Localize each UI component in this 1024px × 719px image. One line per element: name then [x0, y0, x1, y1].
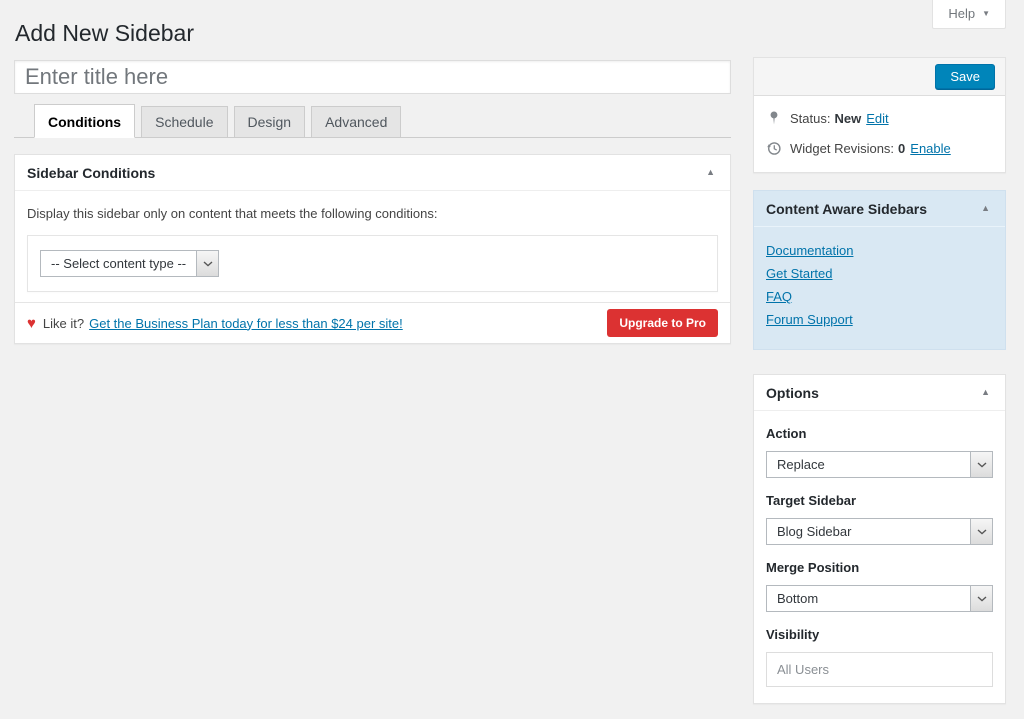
help-label: Help: [948, 6, 975, 21]
widget-revisions-row: Widget Revisions: 0 Enable: [766, 140, 993, 156]
support-metabox: Content Aware Sidebars ▲ Documentation G…: [753, 190, 1006, 350]
support-metabox-title: Content Aware Sidebars: [766, 201, 927, 217]
target-sidebar-select[interactable]: Blog Sidebar: [766, 518, 993, 545]
options-metabox-title: Options: [766, 385, 819, 401]
merge-position-select[interactable]: Bottom: [766, 585, 993, 612]
merge-position-label: Merge Position: [766, 560, 993, 575]
content-type-select-value: -- Select content type --: [41, 251, 196, 276]
merge-position-select-value: Bottom: [767, 586, 970, 611]
condition-group-box: -- Select content type --: [27, 235, 718, 292]
support-metabox-header: Content Aware Sidebars ▲: [754, 191, 1005, 227]
get-started-link[interactable]: Get Started: [766, 266, 993, 281]
collapse-toggle-icon[interactable]: ▲: [703, 165, 718, 180]
content-type-select[interactable]: -- Select content type --: [40, 250, 219, 277]
side-column: Save Status: New Edit Widget Revisions: …: [753, 57, 1006, 704]
heart-icon: ♥: [27, 316, 36, 331]
collapse-toggle-icon[interactable]: ▲: [978, 385, 993, 400]
status-label: Status:: [790, 111, 830, 126]
like-it-text: Like it?: [43, 316, 84, 331]
target-sidebar-select-value: Blog Sidebar: [767, 519, 970, 544]
options-metabox-header: Options ▲: [754, 375, 1005, 411]
chevron-down-icon: ▼: [982, 9, 990, 18]
visibility-label: Visibility: [766, 627, 993, 642]
upgrade-to-pro-button[interactable]: Upgrade to Pro: [607, 309, 718, 337]
conditions-description: Display this sidebar only on content tha…: [27, 206, 718, 221]
collapse-toggle-icon[interactable]: ▲: [978, 201, 993, 216]
chevron-down-icon: [970, 452, 992, 477]
sidebar-conditions-body: Display this sidebar only on content tha…: [15, 191, 730, 302]
options-metabox-body: Action Replace Target Sidebar Blog Sideb…: [754, 426, 1005, 703]
action-select[interactable]: Replace: [766, 451, 993, 478]
sidebar-conditions-title: Sidebar Conditions: [27, 165, 155, 181]
conditions-footer: ♥ Like it? Get the Business Plan today f…: [15, 302, 730, 343]
save-button[interactable]: Save: [935, 64, 995, 89]
status-row: Status: New Edit: [766, 110, 993, 126]
tab-bar: Conditions Schedule Design Advanced: [14, 101, 731, 138]
edit-status-link[interactable]: Edit: [866, 111, 888, 126]
widget-revisions-value: 0: [898, 141, 905, 156]
visibility-input[interactable]: All Users: [766, 652, 993, 687]
page-title: Add New Sidebar: [15, 19, 194, 49]
tab-conditions[interactable]: Conditions: [34, 104, 135, 138]
sidebar-conditions-header: Sidebar Conditions ▲: [15, 155, 730, 191]
save-metabox: Save Status: New Edit Widget Revisions: …: [753, 57, 1006, 173]
status-value: New: [834, 111, 861, 126]
action-label: Action: [766, 426, 993, 441]
target-sidebar-label: Target Sidebar: [766, 493, 993, 508]
save-metabox-body: Status: New Edit Widget Revisions: 0 Ena…: [754, 96, 1005, 172]
chevron-down-icon: [970, 586, 992, 611]
revisions-clock-icon: [766, 140, 782, 156]
tab-schedule[interactable]: Schedule: [141, 106, 227, 138]
chevron-down-icon: [970, 519, 992, 544]
business-plan-link[interactable]: Get the Business Plan today for less tha…: [89, 316, 403, 331]
save-metabox-actions: Save: [754, 58, 1005, 96]
pin-icon: [766, 110, 782, 126]
forum-support-link[interactable]: Forum Support: [766, 312, 993, 327]
action-select-value: Replace: [767, 452, 970, 477]
tab-advanced[interactable]: Advanced: [311, 106, 401, 138]
tab-design[interactable]: Design: [234, 106, 306, 138]
enable-revisions-link[interactable]: Enable: [910, 141, 950, 156]
sidebar-conditions-panel: Sidebar Conditions ▲ Display this sideba…: [14, 154, 731, 344]
options-metabox: Options ▲ Action Replace Target Sidebar …: [753, 374, 1006, 704]
chevron-down-icon: [196, 251, 218, 276]
help-dropdown[interactable]: Help ▼: [932, 0, 1006, 29]
main-column: Conditions Schedule Design Advanced Side…: [14, 60, 731, 344]
support-links: Documentation Get Started FAQ Forum Supp…: [754, 227, 1005, 349]
sidebar-title-input[interactable]: [14, 60, 731, 94]
widget-revisions-label: Widget Revisions:: [790, 141, 894, 156]
faq-link[interactable]: FAQ: [766, 289, 993, 304]
documentation-link[interactable]: Documentation: [766, 243, 993, 258]
